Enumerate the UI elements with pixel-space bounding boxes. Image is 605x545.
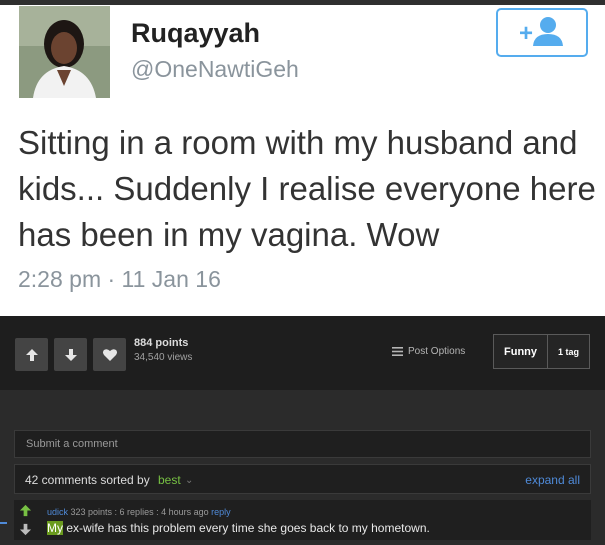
comment-stats: 323 points : 6 replies : 4 hours ago <box>68 507 212 517</box>
comment-username[interactable]: udick <box>47 507 68 517</box>
views-count: 34,540 views <box>134 352 193 363</box>
comment-downvote-button[interactable] <box>16 522 35 537</box>
add-user-icon: + <box>519 17 563 47</box>
comments-count: 42 comments sorted by <box>25 473 150 487</box>
downvote-button[interactable] <box>54 338 87 371</box>
comment-indicator <box>0 522 7 524</box>
tweet-text: Sitting in a room with my husband and ki… <box>18 124 596 253</box>
user-handle[interactable]: @OneNawtiGeh <box>131 56 299 83</box>
top-border <box>0 0 605 5</box>
comments-sort-bar: 42 comments sorted by best ⌄ expand all <box>14 464 591 494</box>
tag-count[interactable]: 1 tag <box>548 335 589 368</box>
comment-highlight: My <box>47 521 63 535</box>
upvote-button[interactable] <box>15 338 48 371</box>
comment-text: My ex-wife has this problem every time s… <box>47 521 430 535</box>
arrow-down-icon <box>19 523 32 536</box>
comment-meta: udick 323 points : 6 replies : 4 hours a… <box>47 507 231 517</box>
avatar[interactable] <box>19 6 110 98</box>
points-count: 884 points <box>134 337 189 349</box>
heart-icon <box>102 348 117 361</box>
post-action-bar: 884 points 34,540 views Post Options Fun… <box>0 316 605 390</box>
tweet-timestamp[interactable]: 2:28 pm · 11 Jan 16 <box>18 266 221 293</box>
follow-button[interactable]: + <box>496 8 588 57</box>
arrow-down-icon <box>64 348 77 361</box>
reply-link[interactable]: reply <box>211 507 231 517</box>
menu-icon <box>392 347 403 356</box>
svg-text:+: + <box>519 20 533 47</box>
tag-funny[interactable]: Funny <box>494 335 548 368</box>
tag-box: Funny 1 tag <box>493 334 590 369</box>
comments-section: Submit a comment 42 comments sorted by b… <box>0 390 605 545</box>
expand-all-link[interactable]: expand all <box>525 473 580 487</box>
post-options-label: Post Options <box>408 346 466 357</box>
sort-dropdown[interactable]: best <box>158 473 181 487</box>
comment-body: ex-wife has this problem every time she … <box>63 521 430 535</box>
post-options-button[interactable]: Post Options <box>392 346 465 357</box>
display-name[interactable]: Ruqayyah <box>131 18 260 49</box>
comment-item: udick 323 points : 6 replies : 4 hours a… <box>14 500 591 540</box>
arrow-up-icon <box>19 504 32 517</box>
arrow-up-icon <box>25 348 38 361</box>
tweet-card: Ruqayyah @OneNawtiGeh + Sitting in a roo… <box>0 0 605 316</box>
submit-comment-input[interactable]: Submit a comment <box>14 430 591 458</box>
like-button[interactable] <box>93 338 126 371</box>
chevron-down-icon[interactable]: ⌄ <box>185 475 193 486</box>
comment-upvote-button[interactable] <box>16 503 35 518</box>
